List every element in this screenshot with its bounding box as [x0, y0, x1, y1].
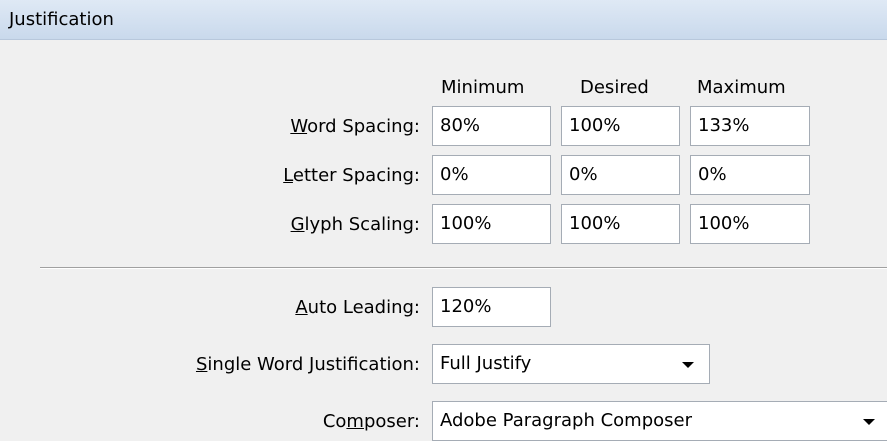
glyph-scaling-label: Glyph Scaling:: [290, 214, 420, 235]
letter-spacing-desired-field[interactable]: 0%: [561, 155, 680, 195]
composer-value: Adobe Paragraph Composer: [440, 410, 692, 431]
single-word-justification-label: Single Word Justification:: [195, 354, 420, 375]
column-header-minimum: Minimum: [441, 77, 525, 98]
word-spacing-desired-field[interactable]: 100%: [561, 106, 680, 146]
word-spacing-maximum-field[interactable]: 133%: [690, 106, 810, 146]
single-word-justification-value: Full Justify: [440, 353, 532, 374]
glyph-scaling-minimum-field[interactable]: 100%: [432, 204, 551, 244]
single-word-justification-dropdown[interactable]: Full Justify: [432, 344, 710, 384]
letter-spacing-maximum-field[interactable]: 0%: [690, 155, 810, 195]
composer-label: Composer:: [322, 411, 420, 432]
chevron-down-icon: [682, 362, 694, 368]
section-divider: [40, 267, 887, 269]
column-header-maximum: Maximum: [697, 77, 786, 98]
glyph-scaling-desired-field[interactable]: 100%: [561, 204, 680, 244]
column-header-desired: Desired: [580, 77, 649, 98]
glyph-scaling-maximum-field[interactable]: 100%: [690, 204, 810, 244]
word-spacing-minimum-field[interactable]: 80%: [432, 106, 551, 146]
panel-header: Justification: [0, 0, 887, 40]
letter-spacing-minimum-field[interactable]: 0%: [432, 155, 551, 195]
letter-spacing-label: Letter Spacing:: [283, 165, 420, 186]
composer-dropdown[interactable]: Adobe Paragraph Composer: [432, 401, 887, 441]
auto-leading-field[interactable]: 120%: [432, 287, 551, 327]
chevron-down-icon: [863, 419, 875, 425]
auto-leading-label: Auto Leading:: [295, 297, 420, 318]
word-spacing-label: Word Spacing:: [290, 116, 420, 137]
panel-title: Justification: [9, 9, 114, 30]
